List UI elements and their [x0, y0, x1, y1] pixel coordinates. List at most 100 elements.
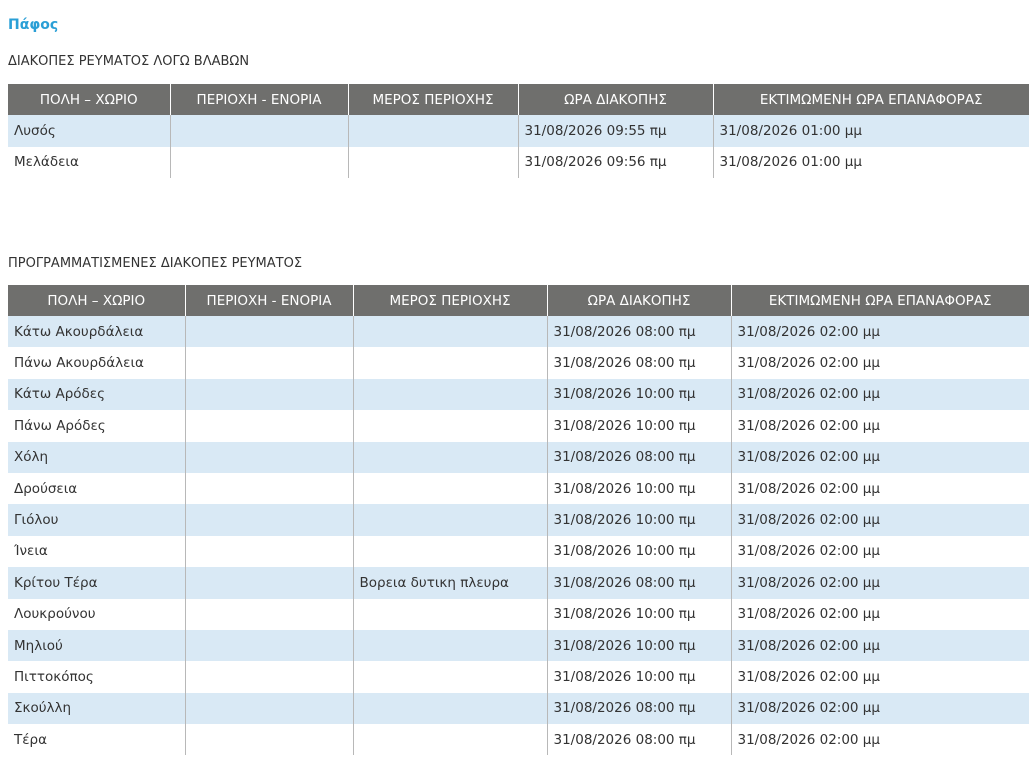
cell-area-parish — [184, 316, 353, 348]
cell-estimated-restore-time: 31/08/2026 02:00 μμ — [730, 378, 1029, 411]
cell-estimated-restore-time: 31/08/2026 02:00 μμ — [730, 692, 1029, 725]
table-row: Πάνω Αρόδες 31/08/2026 10:00 πμ 31/08/2026… — [8, 410, 1029, 442]
cell-city-village: Τέρα — [8, 724, 185, 756]
cell-area-part — [352, 316, 547, 348]
cell-estimated-restore-time: 31/08/2026 02:00 μμ — [730, 567, 1029, 599]
table-row: Λουκρούνου 31/08/2026 10:00 πμ 31/08/2026 … — [8, 598, 1029, 630]
column-header-outage-time: ΩΡΑ ΔΙΑΚΟΠΗΣ — [517, 84, 713, 115]
cell-area-parish — [184, 629, 353, 662]
cell-area-part: Βορεια δυτικη πλευρα — [352, 567, 547, 599]
table-row: Τέρα 31/08/2026 08:00 πμ 31/08/2026 02:00 … — [8, 724, 1029, 756]
damage-outages-body: Λυσός 31/08/2026 09:55 πμ 31/08/2026 01:00… — [8, 115, 1029, 178]
column-header-city-village: ΠΟΛΗ – ΧΩΡΙΟ — [8, 285, 185, 316]
cell-area-part — [352, 535, 547, 568]
cell-city-village: Κρίτου Τέρα — [8, 567, 185, 599]
cell-outage-time: 31/08/2026 10:00 πμ — [546, 410, 731, 442]
cell-area-parish — [184, 472, 353, 505]
damage-outages-table: ΠΟΛΗ – ΧΩΡΙΟ ΠΕΡΙΟΧΗ - ΕΝΟΡΙΑ ΜΕΡΟΣ ΠΕΡΙ… — [8, 84, 1029, 178]
cell-outage-time: 31/08/2026 10:00 πμ — [546, 378, 731, 411]
cell-area-part — [347, 115, 518, 147]
column-header-area-part: ΜΕΡΟΣ ΠΕΡΙΟΧΗΣ — [352, 285, 547, 316]
cell-area-parish — [169, 146, 348, 178]
table-row: Δρούσεια 31/08/2026 10:00 πμ 31/08/2026 02… — [8, 472, 1029, 505]
cell-outage-time: 31/08/2026 10:00 πμ — [546, 535, 731, 568]
region-title-link[interactable]: Πάφος — [8, 17, 58, 33]
cell-area-parish — [184, 378, 353, 411]
cell-estimated-restore-time: 31/08/2026 02:00 μμ — [730, 535, 1029, 568]
planned-outages-heading: ΠΡΟΓΡΑΜΜΑΤΙΣΜΕΝΕΣ ΔΙΑΚΟΠΕΣ ΡΕΥΜΑΤΟΣ — [8, 256, 303, 271]
column-header-city-village: ΠΟΛΗ – ΧΩΡΙΟ — [8, 84, 170, 115]
damage-outages-heading: ΔΙΑΚΟΠΕΣ ΡΕΥΜΑΤΟΣ ΛΟΓΩ ΒΛΑΒΩΝ — [8, 54, 250, 69]
cell-city-village: Χόλη — [8, 441, 185, 473]
cell-outage-time: 31/08/2026 10:00 πμ — [546, 472, 731, 505]
cell-area-part — [352, 378, 547, 411]
table-row: Κάτω Ακουρδάλεια 31/08/2026 08:00 πμ 31/08… — [8, 316, 1029, 348]
cell-city-village: Γιόλου — [8, 504, 185, 536]
cell-area-parish — [184, 410, 353, 442]
cell-city-village: Κάτω Ακουρδάλεια — [8, 316, 185, 348]
cell-estimated-restore-time: 31/08/2026 01:00 μμ — [712, 146, 1029, 178]
cell-estimated-restore-time: 31/08/2026 02:00 μμ — [730, 410, 1029, 442]
table-row: Κάτω Αρόδες 31/08/2026 10:00 πμ 31/08/2026… — [8, 378, 1029, 411]
cell-area-parish — [184, 661, 353, 693]
cell-estimated-restore-time: 31/08/2026 02:00 μμ — [730, 629, 1029, 662]
cell-outage-time: 31/08/2026 09:56 πμ — [517, 146, 713, 178]
table-row: Πάνω Ακουρδάλεια 31/08/2026 08:00 πμ 31/08… — [8, 347, 1029, 379]
table-row: Πιττοκόπος 31/08/2026 10:00 πμ 31/08/2026 … — [8, 661, 1029, 693]
cell-city-village: Λυσός — [8, 115, 170, 147]
cell-outage-time: 31/08/2026 08:00 πμ — [546, 316, 731, 348]
cell-estimated-restore-time: 31/08/2026 02:00 μμ — [730, 472, 1029, 505]
column-header-area-parish: ΠΕΡΙΟΧΗ - ΕΝΟΡΙΑ — [169, 84, 348, 115]
cell-city-village: Δρούσεια — [8, 472, 185, 505]
column-header-estimated-restore-time: ΕΚΤΙΜΩΜΕΝΗ ΩΡΑ ΕΠΑΝΑΦΟΡΑΣ — [730, 285, 1029, 316]
cell-area-part — [352, 504, 547, 536]
cell-city-village: Μελάδεια — [8, 146, 170, 178]
table-row: Λυσός 31/08/2026 09:55 πμ 31/08/2026 01:00… — [8, 115, 1029, 147]
cell-outage-time: 31/08/2026 10:00 πμ — [546, 661, 731, 693]
cell-city-village: Σκούλλη — [8, 692, 185, 725]
cell-city-village: Πάνω Αρόδες — [8, 410, 185, 442]
table-row: Μελάδεια 31/08/2026 09:56 πμ 31/08/2026 01… — [8, 146, 1029, 178]
table-row: Χόλη 31/08/2026 08:00 πμ 31/08/2026 02:00 … — [8, 441, 1029, 473]
cell-estimated-restore-time: 31/08/2026 02:00 μμ — [730, 347, 1029, 379]
cell-estimated-restore-time: 31/08/2026 01:00 μμ — [712, 115, 1029, 147]
column-header-outage-time: ΩΡΑ ΔΙΑΚΟΠΗΣ — [546, 285, 731, 316]
table-header-row: ΠΟΛΗ – ΧΩΡΙΟ ΠΕΡΙΟΧΗ - ΕΝΟΡΙΑ ΜΕΡΟΣ ΠΕΡΙ… — [8, 84, 1029, 115]
cell-area-parish — [184, 347, 353, 379]
cell-area-part — [352, 629, 547, 662]
cell-area-parish — [169, 115, 348, 147]
cell-estimated-restore-time: 31/08/2026 02:00 μμ — [730, 316, 1029, 348]
table-row: Ίνεια 31/08/2026 10:00 πμ 31/08/2026 02:00… — [8, 535, 1029, 568]
table-row: Σκούλλη 31/08/2026 08:00 πμ 31/08/2026 02:… — [8, 692, 1029, 725]
cell-area-parish — [184, 567, 353, 599]
table-row: Γιόλου 31/08/2026 10:00 πμ 31/08/2026 02:0… — [8, 504, 1029, 536]
cell-outage-time: 31/08/2026 10:00 πμ — [546, 629, 731, 662]
cell-outage-time: 31/08/2026 10:00 πμ — [546, 598, 731, 630]
cell-estimated-restore-time: 31/08/2026 02:00 μμ — [730, 441, 1029, 473]
cell-area-parish — [184, 441, 353, 473]
table-header-row: ΠΟΛΗ – ΧΩΡΙΟ ΠΕΡΙΟΧΗ - ΕΝΟΡΙΑ ΜΕΡΟΣ ΠΕΡΙ… — [8, 285, 1029, 316]
cell-city-village: Μηλιού — [8, 629, 185, 662]
cell-area-part — [352, 472, 547, 505]
cell-outage-time: 31/08/2026 10:00 πμ — [546, 504, 731, 536]
cell-area-part — [352, 347, 547, 379]
cell-area-parish — [184, 535, 353, 568]
cell-city-village: Λουκρούνου — [8, 598, 185, 630]
planned-outages-body: Κάτω Ακουρδάλεια 31/08/2026 08:00 πμ 31/08… — [8, 316, 1029, 756]
cell-area-parish — [184, 598, 353, 630]
cell-outage-time: 31/08/2026 08:00 πμ — [546, 567, 731, 599]
cell-city-village: Ίνεια — [8, 535, 185, 568]
cell-outage-time: 31/08/2026 08:00 πμ — [546, 441, 731, 473]
cell-city-village: Πάνω Ακουρδάλεια — [8, 347, 185, 379]
planned-outages-table: ΠΟΛΗ – ΧΩΡΙΟ ΠΕΡΙΟΧΗ - ΕΝΟΡΙΑ ΜΕΡΟΣ ΠΕΡΙ… — [8, 285, 1029, 756]
column-header-area-part: ΜΕΡΟΣ ΠΕΡΙΟΧΗΣ — [347, 84, 518, 115]
cell-area-parish — [184, 692, 353, 725]
cell-area-part — [347, 146, 518, 178]
cell-area-part — [352, 724, 547, 756]
cell-area-part — [352, 441, 547, 473]
cell-outage-time: 31/08/2026 09:55 πμ — [517, 115, 713, 147]
cell-estimated-restore-time: 31/08/2026 02:00 μμ — [730, 504, 1029, 536]
table-row: Κρίτου Τέρα Βορεια δυτικη πλευρα 31/08/202… — [8, 567, 1029, 599]
cell-area-part — [352, 410, 547, 442]
cell-city-village: Κάτω Αρόδες — [8, 378, 185, 411]
